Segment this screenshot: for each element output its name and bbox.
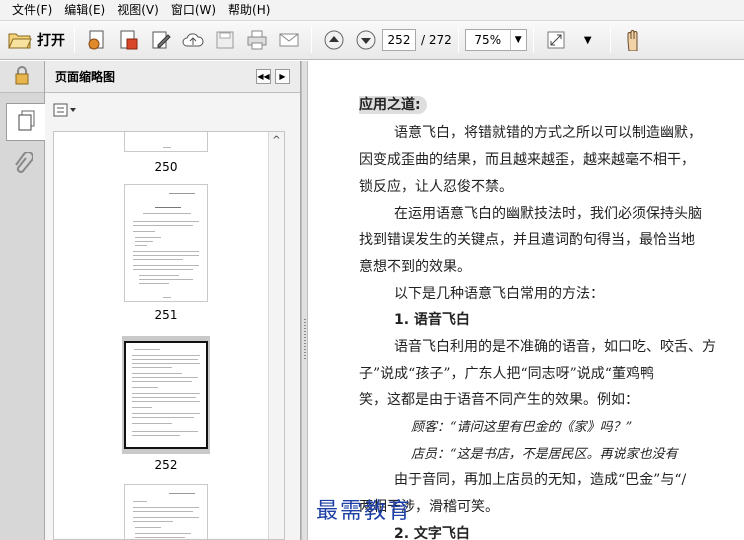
paperclip-icon: [13, 150, 34, 181]
email-button[interactable]: [276, 25, 302, 55]
body-line: 子”说成“孩子”，广东人把“同志呀”说成“董鸡鸭: [359, 366, 654, 382]
hand-tool-icon: [620, 27, 646, 53]
toolbar-separator: [532, 27, 534, 53]
collapse-panel-button[interactable]: ◀◀: [256, 69, 271, 84]
body-line: 由于音同，再加上店员的无知，造成“巴金”与“/: [394, 472, 687, 488]
thumbnail-page-selected[interactable]: [124, 341, 208, 449]
folder-open-icon: [7, 27, 33, 53]
menu-edit[interactable]: 编辑(E): [58, 0, 111, 21]
thumbnail-page[interactable]: [124, 184, 208, 302]
subheading: 1. 语音飞白: [394, 312, 470, 328]
thumbnail-label: 252: [154, 458, 178, 472]
double-chevron-left-icon: ◀◀: [257, 72, 270, 81]
zoom-value: 75%: [474, 33, 502, 47]
body-line: 语意飞白，将错就错的方式之所以可以制造幽默，: [394, 125, 702, 141]
lock-icon: [13, 65, 31, 88]
thumbnails-panel: 页面缩略图 ◀◀ ▶ 250 251 252 ^: [45, 61, 301, 540]
body-line: 因变成歪曲的结果，而且越来越歪，越来越毫不相干，: [359, 152, 695, 168]
page-thumbnails-icon: [16, 109, 38, 136]
panel-splitter[interactable]: [301, 61, 308, 540]
menu-window[interactable]: 窗口(W): [165, 0, 222, 21]
save-button[interactable]: [212, 25, 238, 55]
upload-button[interactable]: [180, 25, 206, 55]
toolbar: 打开 252 / 272 75% ▼ ▼: [0, 21, 744, 60]
body-line: 找到错误发生的关键点，并且遣词酌句得当，最恰当地: [359, 232, 695, 248]
page-gear-icon: [84, 27, 110, 53]
thumbnail-scrollbar[interactable]: ^: [268, 132, 284, 539]
page-number-input[interactable]: 252: [382, 29, 416, 51]
panel-title: 页面缩略图: [55, 70, 116, 84]
thumbnail-page[interactable]: [124, 132, 208, 152]
thumbnail-label: 251: [154, 308, 178, 322]
next-page-button[interactable]: [353, 25, 379, 55]
fit-page-button[interactable]: [543, 25, 569, 55]
edit-icon: [148, 27, 174, 53]
menu-bar: 文件(F) 编辑(E) 视图(V) 窗口(W) 帮助(H): [0, 0, 744, 21]
thumbnail-label: 250: [154, 160, 178, 174]
rail-lock: [0, 61, 44, 93]
body-line: 以下是几种语意飞白常用的方法：: [394, 286, 604, 302]
create-button[interactable]: [84, 25, 110, 55]
options-list-icon: [53, 103, 77, 120]
watermark: 最需教育: [316, 499, 413, 524]
zoom-select[interactable]: 75% ▼: [464, 29, 527, 51]
prev-page-icon: [321, 27, 347, 53]
hand-tool-button[interactable]: [620, 25, 646, 55]
thumbnail-list[interactable]: 250 251 252 ^: [53, 131, 285, 540]
print-icon: [244, 27, 270, 53]
chevron-right-icon: ▶: [279, 72, 286, 81]
menu-help[interactable]: 帮助(H): [222, 0, 276, 21]
overflow-button[interactable]: ▼: [575, 25, 601, 55]
next-page-icon: [353, 27, 379, 53]
overflow-icon: ▼: [583, 34, 592, 46]
document-view: 应用之道: 语意飞白，将错就错的方式之所以可以制造幽默， 因变成歪曲的结果，而且…: [309, 61, 744, 540]
splitter-grip-icon: [304, 319, 306, 359]
chevron-down-icon[interactable]: ▼: [509, 30, 526, 50]
navigation-rail: [0, 61, 46, 540]
panel-menu-button[interactable]: ▶: [275, 69, 290, 84]
scroll-up-icon[interactable]: ^: [269, 132, 284, 148]
tab-page-thumbnails[interactable]: [6, 103, 46, 141]
edit-button[interactable]: [148, 25, 174, 55]
open-label: 打开: [37, 33, 65, 49]
print-button[interactable]: [244, 25, 270, 55]
body-line: 意想不到的效果。: [359, 259, 471, 275]
page-total: / 272: [421, 33, 452, 47]
menu-view[interactable]: 视图(V): [111, 0, 165, 21]
quote-line: 顾客：“请问这里有巴金的《家》吗？”: [411, 420, 633, 435]
quote-line: 店员：“这是书店，不是居民区。再说家也没有: [411, 447, 678, 462]
open-button[interactable]: 打开: [7, 25, 65, 55]
tab-attachments[interactable]: [4, 147, 41, 185]
prev-page-button[interactable]: [321, 25, 347, 55]
thumbnail-page[interactable]: [124, 484, 208, 539]
sign-button[interactable]: [116, 25, 142, 55]
thumbnail-options-button[interactable]: [53, 103, 77, 120]
email-icon: [276, 27, 302, 53]
menu-file[interactable]: 文件(F): [6, 0, 58, 21]
body-line: 语音飞白利用的是不准确的语音，如口吃、咬舌、方: [394, 339, 716, 355]
fit-page-icon: [543, 27, 569, 53]
toolbar-separator: [311, 27, 312, 53]
page-sign-icon: [116, 27, 142, 53]
toolbar-separator: [74, 27, 75, 53]
toolbar-separator: [457, 27, 459, 53]
cloud-upload-icon: [180, 27, 206, 53]
body-line: 锁反应，让人忍俊不禁。: [359, 179, 513, 195]
subheading: 2. 文字飞白: [394, 526, 470, 540]
save-icon: [212, 27, 238, 53]
body-line: 笑，这都是由于语音不同产生的效果。例如：: [359, 392, 639, 408]
body-line: 在运用语意飞白的幽默技法时，我们必须保持头脑: [394, 206, 702, 222]
toolbar-separator: [609, 27, 611, 53]
section-heading: 应用之道:: [359, 94, 427, 114]
